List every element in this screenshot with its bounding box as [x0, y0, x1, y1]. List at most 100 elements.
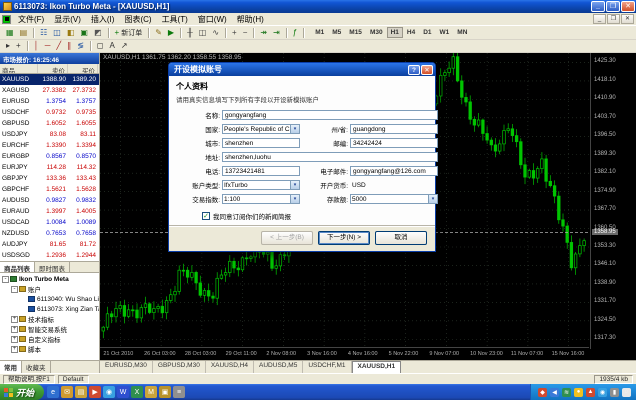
state-input[interactable] [350, 124, 438, 134]
period-h4-button[interactable]: H4 [403, 27, 419, 38]
leverage-select[interactable]: 1:100▾ [222, 194, 300, 204]
child-restore-button[interactable]: ❐ [607, 14, 620, 24]
tree-item[interactable]: -Ikon Turbo Meta [0, 274, 99, 284]
market-watch-row-gbpusd[interactable]: GBPUSD1.60521.6055 [0, 118, 99, 129]
messenger-icon[interactable]: ◉ [103, 386, 115, 398]
notepad-icon[interactable]: ≡ [173, 386, 185, 398]
clock-icon[interactable]: ◌ [622, 388, 631, 397]
chevron-down-icon[interactable]: ▾ [290, 125, 299, 133]
market-watch-row-audusd[interactable]: AUDUSD0.98270.9832 [0, 195, 99, 206]
child-close-button[interactable]: ✕ [621, 14, 634, 24]
country-select[interactable]: People's Republic of C▾ [222, 124, 300, 134]
strategy-tester-button[interactable]: ◩ [91, 27, 105, 39]
phone-input[interactable] [222, 166, 300, 176]
mail-icon[interactable]: ✉ [61, 386, 73, 398]
chart-tab-gbpusd-m30[interactable]: GBPUSD,M30 [153, 361, 206, 373]
market-watch-tab[interactable]: 即时图表 [35, 262, 70, 272]
tree-expander[interactable]: - [2, 276, 9, 283]
period-h1-button[interactable]: H1 [387, 27, 403, 38]
chart-shift-button[interactable]: ⇥ [270, 27, 283, 39]
restore-button[interactable]: ❐ [606, 1, 620, 12]
market-watch-tab[interactable]: 商品列表 [0, 262, 35, 272]
metaeditor-button[interactable]: ✎ [152, 27, 165, 39]
candle-chart-button[interactable]: ◫ [196, 27, 210, 39]
excel-icon[interactable]: X [131, 386, 143, 398]
terminal-button[interactable]: ▣ [77, 27, 91, 39]
menu-item[interactable]: 显示(V) [49, 15, 86, 24]
navigator-tab[interactable]: 收藏夹 [22, 361, 51, 373]
volume-icon[interactable]: ◀ [550, 388, 559, 397]
market-watch-row-usdsgd[interactable]: USDSGD1.29361.2944 [0, 250, 99, 261]
market-watch-row-nzdusd[interactable]: NZDUSD0.76530.7658 [0, 228, 99, 239]
market-watch-button[interactable]: ☷ [37, 27, 50, 39]
tree-expander[interactable]: + [11, 336, 18, 343]
market-watch-row-xagusd[interactable]: XAGUSD27.338227.3732 [0, 85, 99, 96]
account-type-select[interactable]: IfxTurbo▾ [222, 180, 300, 190]
crosshair-button[interactable]: + [13, 40, 24, 52]
network-icon[interactable]: ≋ [562, 388, 571, 397]
media-player-icon[interactable]: ▶ [89, 386, 101, 398]
tree-item[interactable]: +脚本 [0, 344, 99, 354]
autotrading-button[interactable]: ▶ [165, 27, 177, 39]
profiles-button[interactable]: ▤ [17, 27, 31, 39]
new-chart-button[interactable]: ▦ [3, 27, 17, 39]
next-button[interactable]: 下一步(N) > [318, 231, 370, 245]
tree-item[interactable]: +技术指标 [0, 314, 99, 324]
update-icon[interactable]: ● [574, 388, 583, 397]
new-order-button[interactable]: +新订单 [112, 27, 146, 39]
line-chart-button[interactable]: ∿ [209, 27, 222, 39]
tree-item[interactable]: -账户 [0, 284, 99, 294]
data-window-button[interactable]: ◫ [50, 27, 64, 39]
shapes-button[interactable]: ◻ [94, 40, 107, 52]
period-m30-button[interactable]: M30 [366, 27, 387, 38]
price-scale[interactable]: 1425.301418.101410.901403.701396.501389.… [590, 53, 636, 349]
ie-icon[interactable]: e [47, 386, 59, 398]
market-watch-row-eurusd[interactable]: EURUSD1.37541.3757 [0, 96, 99, 107]
text-label-button[interactable]: A [107, 40, 118, 52]
market-watch-row-usdjpy[interactable]: USDJPY83.0883.11 [0, 129, 99, 140]
dialog-close-button[interactable]: ✕ [421, 65, 433, 75]
tree-expander[interactable]: + [11, 346, 18, 353]
chevron-down-icon[interactable]: ▾ [428, 195, 437, 203]
market-watch-row-usdchf[interactable]: USDCHF0.97320.9735 [0, 107, 99, 118]
name-input[interactable] [222, 110, 438, 120]
chart-tab-usdchf-m1[interactable]: USDCHF,M1 [303, 361, 351, 373]
period-m1-button[interactable]: M1 [311, 27, 328, 38]
period-w1-button[interactable]: W1 [436, 27, 454, 38]
im-icon[interactable]: ◉ [598, 388, 607, 397]
chart-tab-xauusd-h1[interactable]: XAUUSD,H1 [352, 361, 402, 373]
chevron-down-icon[interactable]: ▾ [290, 181, 299, 189]
vertical-line-button[interactable]: │ [31, 40, 42, 52]
tree-item[interactable]: +智能交易系统 [0, 324, 99, 334]
newsletter-checkbox[interactable]: ✓ [202, 212, 210, 220]
period-d1-button[interactable]: D1 [419, 27, 435, 38]
tree-item[interactable]: +自定义指标 [0, 334, 99, 344]
auto-scroll-button[interactable]: ↠ [257, 27, 270, 39]
antivirus-icon[interactable]: ◆ [538, 388, 547, 397]
market-watch-row-usdcad[interactable]: USDCAD1.00841.0089 [0, 217, 99, 228]
chart-tab-xauusd-h4[interactable]: XAUUSD,H4 [206, 361, 254, 373]
start-button[interactable]: 开始 [0, 384, 44, 400]
menu-item[interactable]: 工具(T) [157, 15, 193, 24]
bar-chart-button[interactable]: ╫ [184, 27, 196, 39]
cancel-button[interactable]: 取消 [375, 231, 427, 245]
back-button[interactable]: < 上一步(B) [261, 231, 313, 245]
navigator-button[interactable]: ◧ [64, 27, 78, 39]
market-watch-row-audjpy[interactable]: AUDJPY81.6581.72 [0, 239, 99, 250]
market-watch-row-xauusd[interactable]: XAUUSD1388.901389.20 [0, 74, 99, 85]
chevron-down-icon[interactable]: ▾ [290, 195, 299, 203]
zoom-out-button[interactable]: − [240, 27, 251, 39]
menu-item[interactable]: 插入(I) [86, 15, 120, 24]
email-input[interactable] [350, 166, 438, 176]
market-watch-row-gbpchf[interactable]: GBPCHF1.56211.5628 [0, 184, 99, 195]
menu-item[interactable]: 文件(F) [13, 15, 49, 24]
chart-tab-audusd-m5[interactable]: AUDUSD,M5 [254, 361, 303, 373]
tree-item[interactable]: 6113073: Xing Zian Tan [0, 304, 99, 314]
menu-item[interactable]: 图表(C) [119, 15, 156, 24]
security-icon[interactable]: ▲ [586, 388, 595, 397]
period-m15-button[interactable]: M15 [345, 27, 366, 38]
market-watch-row-euraud[interactable]: EURAUD1.39971.4005 [0, 206, 99, 217]
address-input[interactable] [222, 152, 438, 162]
period-m5-button[interactable]: M5 [328, 27, 345, 38]
usb-icon[interactable]: ▮ [610, 388, 619, 397]
